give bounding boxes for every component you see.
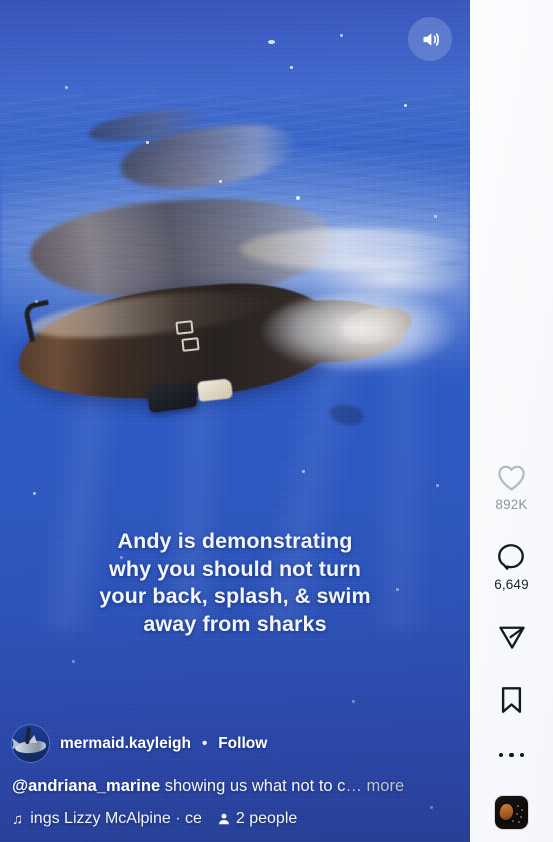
caption-line: why you should not turn [109, 556, 361, 581]
wetsuit-buckle [181, 337, 200, 352]
video-player[interactable]: Andy is demonstrating why you should not… [0, 0, 470, 842]
caption-line: Andy is demonstrating [117, 529, 353, 553]
video-burned-caption: Andy is demonstrating why you should not… [0, 528, 470, 638]
post-caption[interactable]: @andriana_marine showing us what not to … [12, 776, 458, 797]
caption-more-button[interactable]: … more [345, 777, 404, 795]
author-row: mermaid.kayleigh • Follow [12, 725, 458, 762]
comment-bubble-icon [496, 542, 526, 572]
caption-line: your back, splash, & swim [99, 584, 371, 608]
action-rail: 892K 6,649 [470, 0, 553, 842]
thumbnail-subject [497, 802, 516, 822]
person-icon [217, 812, 231, 826]
music-note-icon: ♫ [12, 810, 24, 828]
more-options-button[interactable] [498, 744, 525, 766]
like-button[interactable]: 892K [495, 463, 527, 512]
audio-attribution-row[interactable]: ♫ ings Lizzy McAlpine · ce 2 people [12, 810, 458, 828]
tagged-people-label: 2 people [235, 810, 298, 827]
save-button[interactable] [498, 685, 525, 715]
tagged-people-chip[interactable]: 2 people [217, 810, 297, 828]
camera-housing-white [197, 378, 233, 402]
speaker-on-icon [420, 29, 441, 50]
more-horizontal-icon [498, 744, 525, 766]
wetsuit-buckle [175, 320, 194, 335]
bookmark-icon [498, 685, 525, 715]
comment-button[interactable]: 6,649 [494, 542, 529, 592]
share-button[interactable] [497, 622, 527, 652]
caption-body: showing us what not to c [160, 777, 346, 795]
comment-count: 6,649 [494, 577, 529, 592]
audio-track-label[interactable]: ings Lizzy McAlpine · ce [30, 810, 202, 828]
instagram-reel-screen: Andy is demonstrating why you should not… [0, 0, 553, 842]
follow-button[interactable]: Follow [218, 735, 267, 753]
like-count: 892K [495, 497, 528, 512]
caption-mention[interactable]: @andriana_marine [12, 777, 160, 795]
post-info-overlay: mermaid.kayleigh • Follow @andriana_mari… [0, 725, 470, 842]
paper-plane-icon [497, 622, 527, 652]
avatar[interactable] [12, 725, 49, 762]
author-username[interactable]: mermaid.kayleigh [60, 735, 191, 753]
video-frame [0, 0, 470, 842]
splash-foam [262, 292, 470, 374]
sound-toggle-button[interactable] [408, 17, 452, 61]
audio-thumbnail[interactable] [495, 796, 528, 829]
separator-dot: • [201, 735, 208, 752]
caption-line: away from sharks [143, 611, 327, 636]
heart-icon [496, 463, 527, 492]
